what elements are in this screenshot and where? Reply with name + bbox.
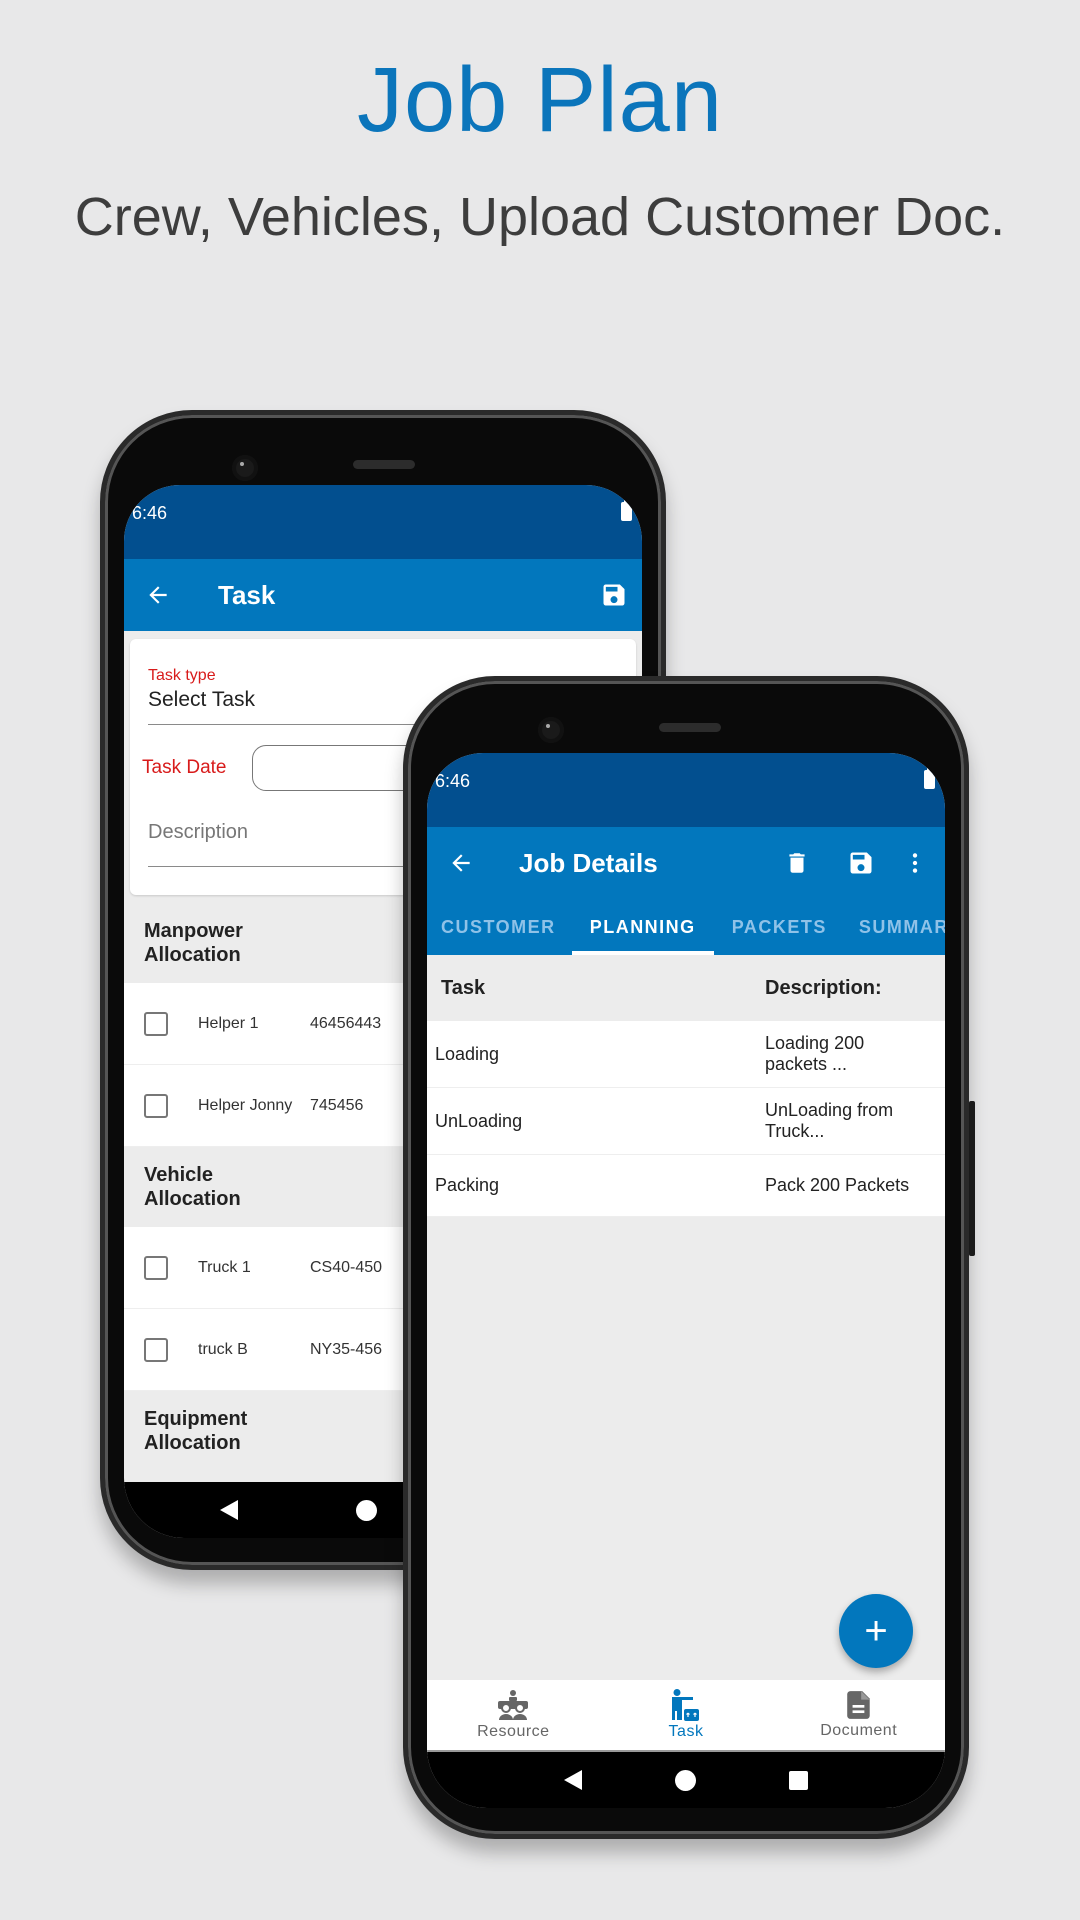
plus-icon: + [864,1608,888,1653]
section-heading: Vehicle Allocation [124,1147,304,1227]
column-header-task: Task [441,976,486,999]
save-icon [850,852,872,874]
task-table: Task Description: Loading Loading 200 pa… [427,955,945,1217]
arrow-left-icon [149,586,167,604]
status-time: 6:46 [132,503,168,523]
trash-icon [789,853,805,873]
allocation-name: Helper 1 [198,1014,259,1032]
description-cell: Pack 200 Packets [765,1175,910,1195]
app-bar: Task [124,559,642,631]
bottom-nav-label: Task [668,1723,704,1740]
task-date-label: Task Date [142,757,227,778]
promo-title: Job Plan [356,49,724,151]
status-bar: 6:46 [427,753,945,827]
allocation-checkbox[interactable] [144,1093,168,1118]
power-button [969,1101,975,1256]
resource-meeting-icon [498,1690,529,1720]
promo-subtitle: Crew, Vehicles, Upload Customer Doc. [74,187,1006,247]
tab-planning[interactable]: PLANNING [571,899,714,955]
nav-home-icon[interactable] [674,1769,696,1791]
status-time: 6:46 [435,771,471,791]
allocation-checkbox[interactable] [144,1011,168,1036]
earpiece-speaker [353,460,415,469]
task-cell: UnLoading [435,1110,523,1131]
arrow-left-icon [452,854,470,872]
task-cell: Loading [435,1043,500,1064]
allocation-checkbox[interactable] [144,1255,168,1280]
task-worker-icon [672,1689,699,1721]
tab-bar: CUSTOMER PLANNING PACKETS SUMMARY [427,899,945,955]
page-title: Job Details [519,847,658,878]
section-heading: Equipment Allocation [124,1391,334,1449]
allocation-id: CS40-450 [310,1258,383,1276]
bottom-nav-resource[interactable]: Resource [427,1680,600,1750]
bottom-nav-label: Resource [477,1723,550,1740]
battery-icon [924,767,935,789]
page-title: Task [218,579,276,610]
bottom-nav-task[interactable]: Task [600,1680,773,1750]
table-row[interactable]: Loading Loading 200 packets ... [427,1021,945,1088]
document-icon [846,1691,870,1719]
column-header-description: Description: [765,976,882,999]
nav-back-icon[interactable] [220,1500,238,1520]
tab-customer[interactable]: CUSTOMER [427,899,570,955]
table-row[interactable]: UnLoading UnLoading from Truck... [427,1088,945,1155]
battery-icon [621,499,632,521]
more-options-button[interactable] [893,841,937,885]
save-button[interactable] [592,573,636,617]
tab-packets[interactable]: PACKETS [718,899,841,955]
app-bar: Job Details [427,827,945,899]
front-phone-frame: 6:46 Job Details CUSTOMER PLANNING PACKE… [403,676,975,1839]
nav-home-icon[interactable] [356,1499,377,1521]
allocation-id: 46456443 [310,1014,382,1032]
bottom-nav-document[interactable]: Document [772,1680,945,1750]
front-phone-screen: 6:46 Job Details CUSTOMER PLANNING PACKE… [427,753,945,1808]
table-row[interactable]: Packing Pack 200 Packets [427,1155,945,1217]
save-button[interactable] [839,841,883,885]
description-cell: UnLoading from Truck... [765,1100,894,1141]
back-button[interactable] [136,573,180,617]
bottom-navigation: Resource Task Document [427,1680,945,1752]
allocation-name: truck B [198,1340,248,1358]
status-bar: 6:46 [124,485,642,559]
tab-summary[interactable]: SUMMARY [845,899,945,955]
nav-back-icon[interactable] [563,1770,582,1790]
description-cell: Loading 200 packets ... [765,1033,865,1074]
more-vertical-icon [912,853,918,873]
front-camera-icon [538,717,564,743]
allocation-name: Truck 1 [198,1258,251,1276]
task-cell: Packing [435,1175,500,1195]
section-heading: Manpower Allocation [124,903,334,983]
allocation-name: Helper Jonny [198,1096,293,1114]
bottom-nav-label: Document [820,1722,898,1739]
nav-recents-icon[interactable] [789,1770,809,1790]
save-icon [603,584,625,606]
delete-button[interactable] [775,841,819,885]
front-camera-icon [232,455,258,481]
add-task-button[interactable]: + [839,1594,913,1668]
allocation-id: NY35-456 [310,1340,383,1358]
allocation-id: 745456 [310,1096,364,1114]
table-header: Task Description: [427,955,945,1021]
system-navigation-bar [427,1752,945,1808]
back-button[interactable] [439,841,483,885]
earpiece-speaker [659,723,721,732]
allocation-checkbox[interactable] [144,1337,168,1362]
